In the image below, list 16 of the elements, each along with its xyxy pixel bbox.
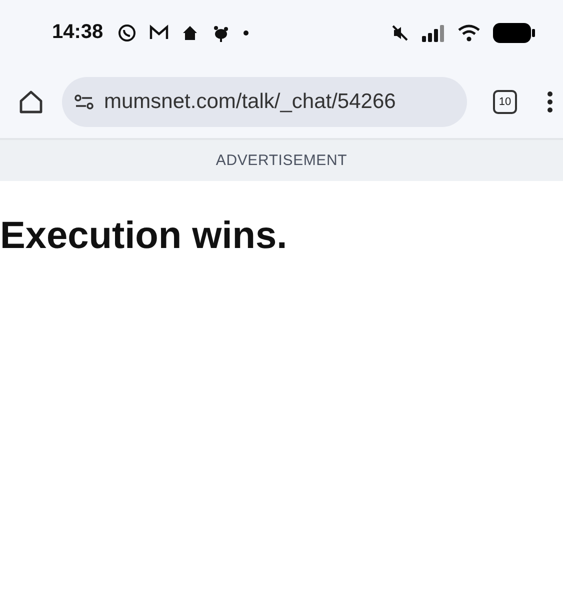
- address-field[interactable]: mumsnet.com/talk/_chat/54266: [62, 76, 467, 126]
- mute-icon: [391, 24, 409, 42]
- site-settings-icon[interactable]: [74, 94, 94, 110]
- signal-icon: [421, 24, 445, 42]
- wifi-icon: [457, 24, 481, 42]
- home-icon: [181, 24, 200, 42]
- status-time: 14:38: [52, 21, 104, 44]
- mail-icon: [149, 24, 170, 42]
- dot-icon: [243, 30, 250, 36]
- chat-bubble-icon: [117, 22, 138, 42]
- tab-count-button[interactable]: 10: [493, 90, 517, 114]
- home-icon[interactable]: [18, 88, 44, 114]
- article-heading: Execution wins.: [0, 215, 288, 258]
- battery-icon: [493, 22, 535, 42]
- ad-label: ADVERTISEMENT: [216, 152, 348, 169]
- menu-icon[interactable]: [547, 90, 553, 112]
